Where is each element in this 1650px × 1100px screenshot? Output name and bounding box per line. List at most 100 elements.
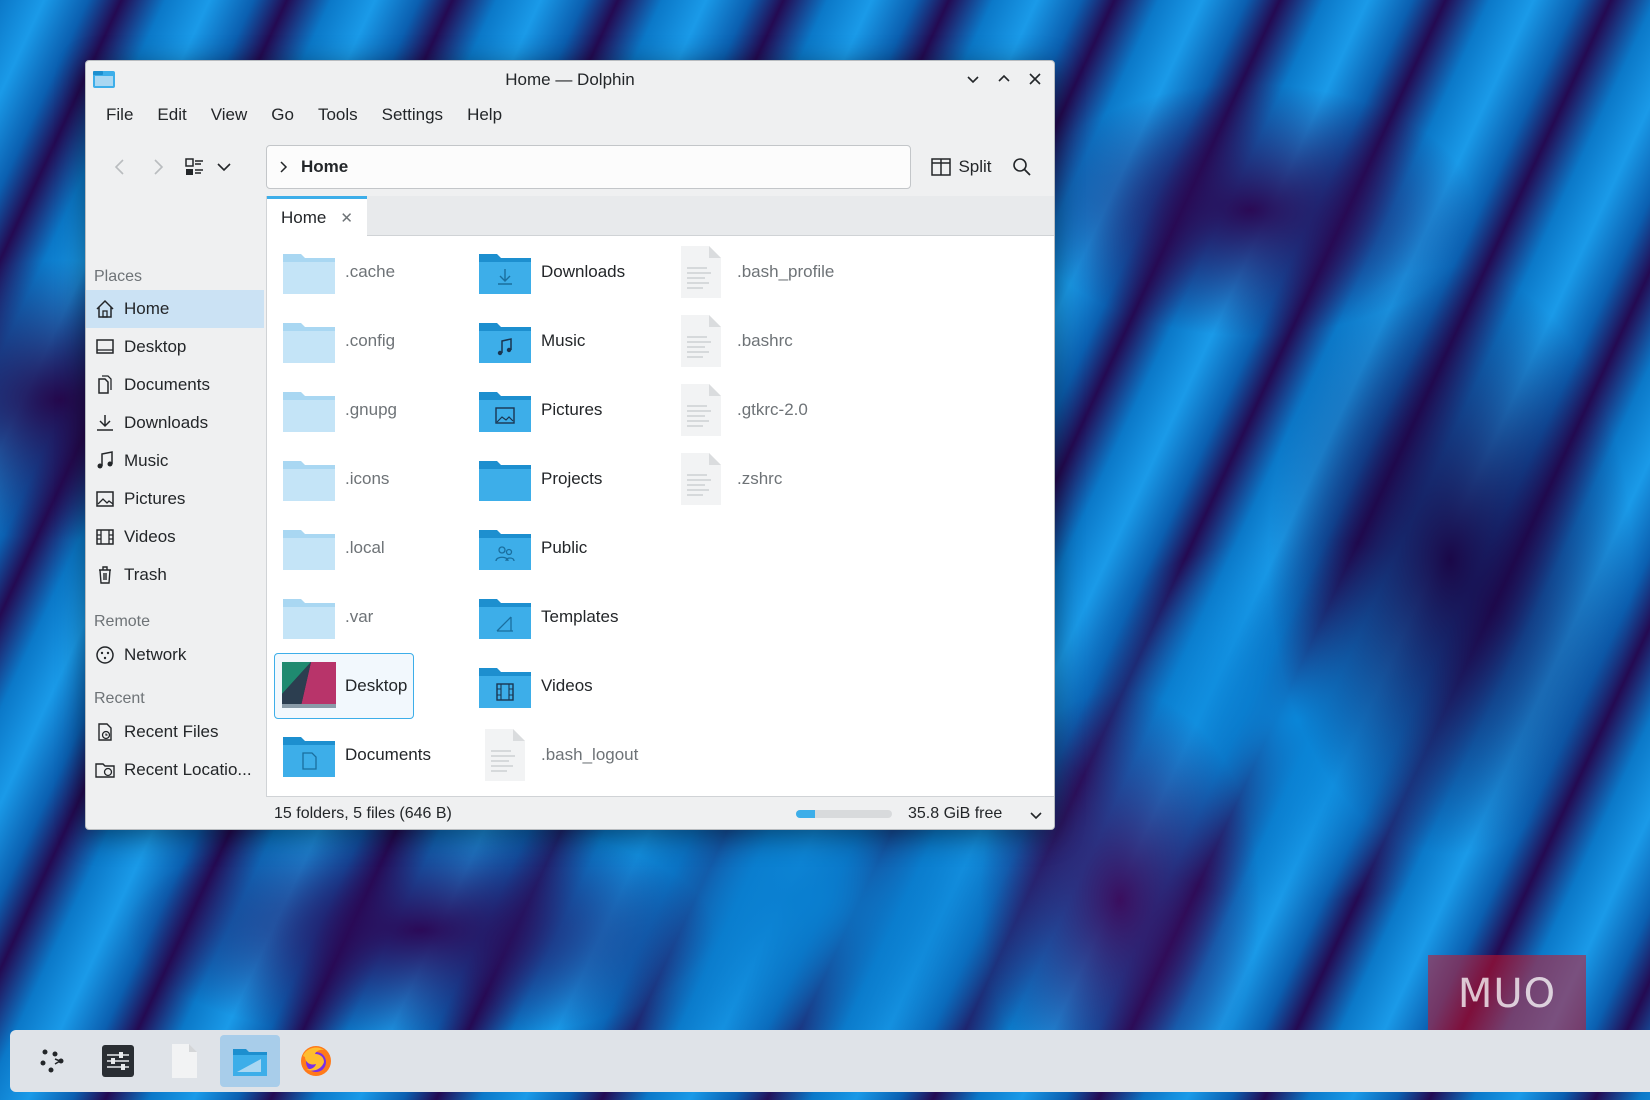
videos-icon	[96, 529, 114, 545]
music-icon	[97, 451, 113, 469]
status-bar: 15 folders, 5 files (646 B) 35.8 GiB fre…	[266, 796, 1054, 829]
tab-label: Home	[281, 207, 327, 227]
menu-go[interactable]: Go	[259, 101, 306, 131]
file-item-local[interactable]: .local	[281, 516, 461, 580]
file-name: .gnupg	[345, 400, 397, 419]
file-item-bash-profile[interactable]: .bash_profile	[673, 240, 853, 304]
title-bar[interactable]: Home — Dolphin	[86, 61, 1054, 97]
file-name: .icons	[345, 469, 390, 488]
file-item-downloads[interactable]: Downloads	[477, 240, 657, 304]
file-name: Videos	[541, 676, 593, 695]
minimize-button[interactable]	[961, 67, 985, 91]
file-name: .gtkrc-2.0	[737, 400, 808, 419]
sidebar-item-network[interactable]: Network	[86, 636, 264, 674]
window-title: Home — Dolphin	[505, 70, 635, 89]
split-button[interactable]: Split	[926, 151, 996, 183]
chevron-down-icon	[967, 76, 979, 84]
muo-watermark-logo: MUO	[1428, 955, 1586, 1033]
folder-icon	[283, 392, 335, 432]
public-folder-icon	[479, 530, 531, 570]
search-button[interactable]	[1006, 151, 1038, 183]
file-item-gtkrc[interactable]: .gtkrc-2.0	[673, 378, 853, 442]
sidebar-item-music[interactable]: Music	[86, 442, 264, 480]
toolbar: Home Split	[86, 143, 1054, 191]
file-item-cache[interactable]: .cache	[281, 240, 461, 304]
split-view-icon	[931, 158, 952, 176]
file-name: .zshrc	[737, 469, 783, 488]
file-item-public[interactable]: Public	[477, 516, 657, 580]
videos-folder-icon	[479, 668, 531, 708]
sidebar-item-desktop[interactable]: Desktop	[86, 328, 264, 366]
file-item-music[interactable]: Music	[477, 309, 657, 373]
status-summary: 15 folders, 5 files (646 B)	[274, 805, 452, 822]
file-name: .bash_logout	[541, 745, 639, 764]
file-name: .bash_profile	[737, 262, 835, 281]
file-item-bashrc[interactable]: .bashrc	[673, 309, 853, 373]
launcher-icon	[40, 1049, 64, 1073]
downloads-icon	[97, 415, 113, 431]
view-mode-button[interactable]	[179, 151, 209, 183]
menu-settings[interactable]: Settings	[370, 101, 455, 131]
file-item-desktop[interactable]: Desktop	[274, 653, 414, 719]
back-button[interactable]	[104, 151, 136, 183]
menu-view[interactable]: View	[199, 101, 260, 131]
taskbar-dolphin[interactable]	[220, 1035, 280, 1087]
file-item-icons[interactable]: .icons	[281, 447, 461, 511]
chevron-right-icon	[280, 161, 288, 173]
file-name: Pictures	[541, 400, 603, 419]
sidebar-item-label: Pictures	[124, 489, 186, 508]
taskbar-system-settings[interactable]	[88, 1035, 148, 1087]
file-item-pictures[interactable]: Pictures	[477, 378, 657, 442]
sidebar-item-recent-files[interactable]: Recent Files	[86, 713, 264, 751]
sidebar-item-pictures[interactable]: Pictures	[86, 480, 264, 518]
menu-tools[interactable]: Tools	[306, 101, 370, 131]
file-item-bash-logout[interactable]: .bash_logout	[477, 723, 657, 787]
sidebar-item-videos[interactable]: Videos	[86, 518, 264, 556]
file-item-zshrc[interactable]: .zshrc	[673, 447, 853, 511]
file-name: Documents	[345, 745, 431, 764]
breadcrumb-home[interactable]: Home	[301, 157, 348, 177]
taskbar-text-editor[interactable]	[154, 1035, 214, 1087]
folder-icon	[283, 323, 335, 363]
sidebar-item-home[interactable]: Home	[86, 290, 264, 328]
menu-edit[interactable]: Edit	[145, 101, 198, 131]
close-icon	[1029, 73, 1041, 85]
free-space-bar	[796, 810, 892, 818]
sidebar-item-documents[interactable]: Documents	[86, 366, 264, 404]
tab-home[interactable]: Home ✕	[267, 196, 367, 236]
file-item-templates[interactable]: Templates	[477, 585, 657, 649]
file-item-documents[interactable]: Documents	[281, 723, 461, 787]
file-item-videos[interactable]: Videos	[477, 654, 657, 718]
menu-file[interactable]: File	[94, 101, 145, 131]
home-icon	[96, 299, 114, 318]
forward-button[interactable]	[142, 151, 174, 183]
sidebar-item-trash[interactable]: Trash	[86, 556, 264, 594]
sidebar-item-label: Recent Locatio...	[124, 760, 252, 779]
sidebar-item-label: Downloads	[124, 413, 209, 432]
document-icon	[172, 1044, 197, 1078]
chevron-down-icon[interactable]	[1028, 807, 1044, 823]
tab-close-icon[interactable]: ✕	[340, 209, 353, 227]
settings-icon	[102, 1045, 134, 1077]
sidebar-item-label: Recent Files	[124, 722, 219, 741]
file-item-projects[interactable]: Projects	[477, 447, 657, 511]
taskbar-firefox[interactable]	[286, 1035, 346, 1087]
view-mode-dropdown[interactable]	[211, 151, 237, 183]
file-item-gnupg[interactable]: .gnupg	[281, 378, 461, 442]
menu-help[interactable]: Help	[455, 101, 514, 131]
recent-locations-icon	[95, 763, 115, 778]
sidebar-item-downloads[interactable]: Downloads	[86, 404, 264, 442]
search-icon	[1013, 158, 1031, 176]
sidebar-item-label: Music	[124, 451, 169, 470]
file-item-var[interactable]: .var	[281, 585, 461, 649]
location-bar[interactable]: Home	[266, 145, 911, 189]
close-button[interactable]	[1023, 67, 1047, 91]
taskbar-app-launcher[interactable]	[22, 1035, 82, 1087]
dolphin-icon	[233, 1049, 267, 1076]
file-item-config[interactable]: .config	[281, 309, 461, 373]
maximize-button[interactable]	[992, 67, 1016, 91]
desktop-icon	[96, 339, 114, 354]
file-name: .config	[345, 331, 396, 350]
sidebar-item-recent-locations[interactable]: Recent Locatio...	[86, 751, 264, 789]
chevron-down-icon	[217, 163, 231, 172]
